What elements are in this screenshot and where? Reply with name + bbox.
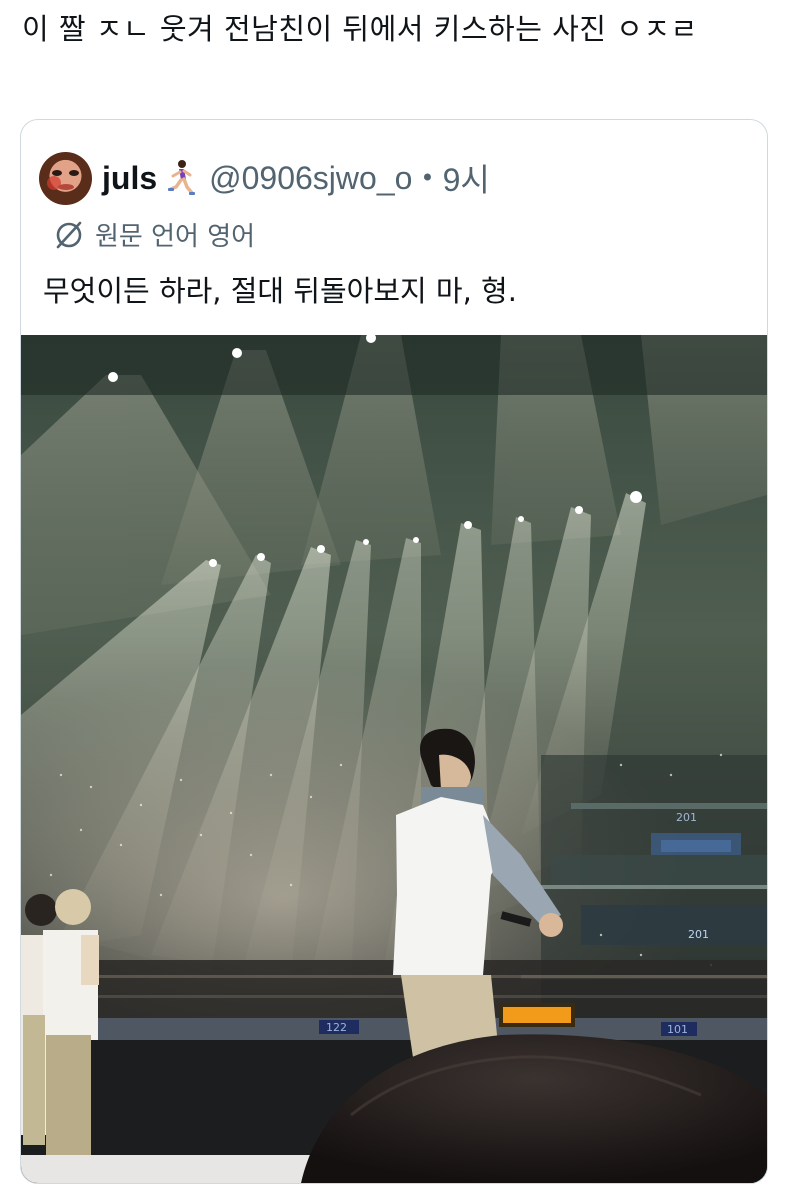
running-woman-emoji-icon xyxy=(168,160,196,195)
quoted-tweet-card[interactable]: juls @0906sjwo_o • 9시 원문 언어 영어 무엇이든 하라, … xyxy=(20,119,768,1184)
translation-indicator[interactable]: 원문 언어 영어 xyxy=(53,216,255,253)
globe-slash-icon xyxy=(56,221,82,248)
concert-photo: 201 201 122 101 xyxy=(21,335,767,1183)
section-sign-101: 101 xyxy=(667,1023,688,1036)
post-text: 이 짤 ㅈㄴ 웃겨 전남친이 뒤에서 키스하는 사진 ㅇㅈㄹ xyxy=(22,12,698,46)
timestamp[interactable]: 9시 xyxy=(443,155,490,201)
quoted-tweet-text: 무엇이든 하라, 절대 뒤돌아보지 마, 형. xyxy=(43,274,517,308)
separator-dot: • xyxy=(420,164,435,192)
section-sign-201-upper: 201 xyxy=(676,811,697,824)
tweet-media-photo[interactable]: 201 201 122 101 xyxy=(21,335,767,1183)
author-avatar[interactable] xyxy=(39,151,92,205)
translate-label: 원문 언어 영어 xyxy=(95,222,256,252)
author-handle[interactable]: @0906sjwo_o xyxy=(209,160,412,197)
quoted-tweet-header: juls @0906sjwo_o • 9시 xyxy=(39,150,490,206)
section-sign-122: 122 xyxy=(326,1021,347,1034)
author-name[interactable]: juls xyxy=(102,160,157,197)
section-sign-201-lower: 201 xyxy=(688,928,709,941)
